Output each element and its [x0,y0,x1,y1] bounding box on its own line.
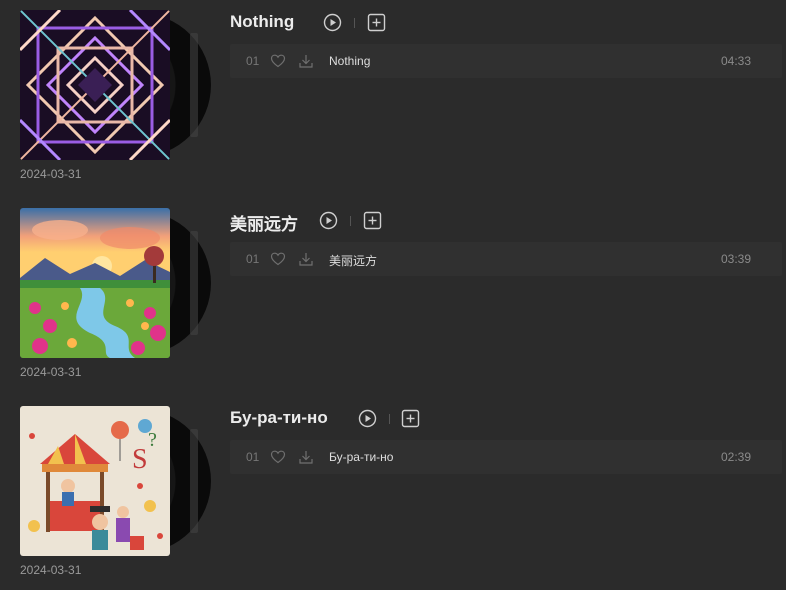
album-card: 2024-03-31 Nothing 01 Nothing 04:33 [0,10,786,200]
play-circle-icon[interactable] [319,211,338,230]
play-circle-icon[interactable] [323,13,342,32]
track-row[interactable]: 01 美丽远方 03:39 [230,242,782,276]
album-list: 2024-03-31 Nothing 01 Nothing 04:33 2024… [0,0,786,590]
download-icon[interactable] [298,251,314,267]
track-duration: 04:33 [720,54,751,68]
track-number: 01 [246,54,260,68]
track-row[interactable]: 01 Nothing 04:33 [230,44,782,78]
album-card: 2024-03-31 美丽远方 01 美丽远方 03:39 [0,208,786,398]
track-row[interactable]: 01 Бу-ра-ти-но 02:39 [230,440,782,474]
download-icon[interactable] [298,449,314,465]
album-cover-geometric-neon[interactable] [20,10,170,160]
svg-text:S: S [132,444,148,475]
album-cover-container[interactable]: S ? [20,406,211,556]
play-circle-icon[interactable] [358,409,377,428]
album-card: S ? 2024-03-31 Бу-ра-ти-но 01 Бу-ра-ти-н… [0,406,786,590]
album-title[interactable]: Nothing [230,12,294,32]
track-name[interactable]: 美丽远方 [329,252,377,269]
album-release-date: 2024-03-31 [20,365,82,379]
add-square-icon[interactable] [401,409,420,428]
add-square-icon[interactable] [367,13,386,32]
album-cover-container[interactable] [20,208,211,358]
separator [389,414,390,424]
album-cover-container[interactable] [20,10,211,160]
heart-icon[interactable] [270,449,286,465]
separator [354,18,355,28]
album-cover-carnival-puppets[interactable]: S ? [20,406,170,556]
track-duration: 03:39 [720,252,751,266]
album-release-date: 2024-03-31 [20,563,82,577]
separator [350,216,351,226]
add-square-icon[interactable] [363,211,382,230]
download-icon[interactable] [298,53,314,69]
track-name[interactable]: Nothing [329,54,370,68]
track-name[interactable]: Бу-ра-ти-но [329,450,393,464]
svg-text:?: ? [148,429,157,451]
album-title[interactable]: 美丽远方 [230,210,298,235]
album-title[interactable]: Бу-ра-ти-но [230,408,328,428]
track-number: 01 [246,252,260,266]
heart-icon[interactable] [270,251,286,267]
album-cover-sunset-landscape[interactable] [20,208,170,358]
track-duration: 02:39 [720,450,751,464]
heart-icon[interactable] [270,53,286,69]
album-release-date: 2024-03-31 [20,167,82,181]
track-number: 01 [246,450,260,464]
